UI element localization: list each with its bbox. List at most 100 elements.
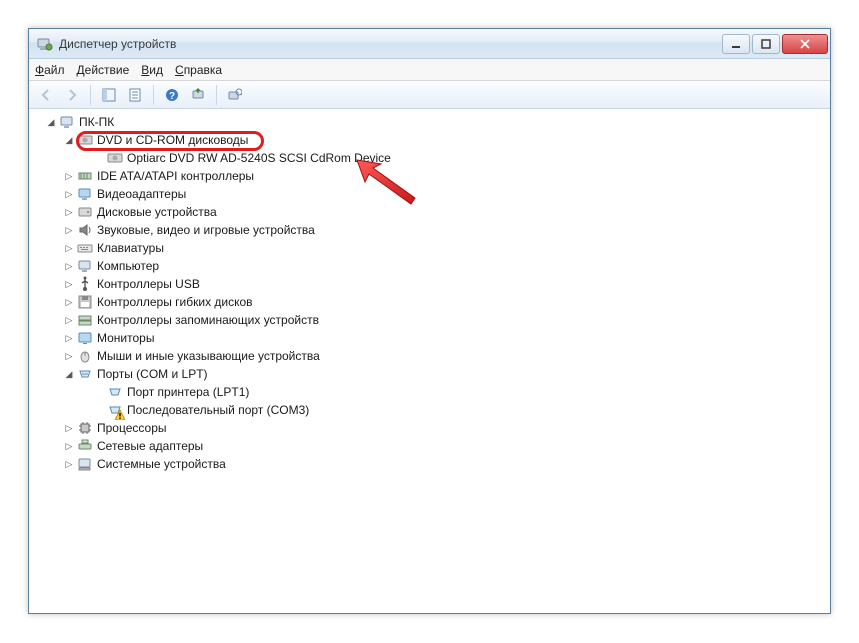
spacer [93,404,105,416]
tree-item-label: Порт принтера (LPT1) [127,385,249,399]
toolbar-separator [90,85,91,105]
tree-keyboard-category[interactable]: ▷ Клавиатуры [37,239,830,257]
tree-item-label: Контроллеры USB [97,277,200,291]
tree-dvd-device-label: Optiarc DVD RW AD-5240S SCSI CdRom Devic… [127,151,391,165]
tree-item-label: Системные устройства [97,457,226,471]
tree-network-category[interactable]: ▷ Сетевые адаптеры [37,437,830,455]
tree-item-label: IDE ATA/ATAPI контроллеры [97,169,254,183]
toolbar-show-hide-button[interactable] [98,84,120,106]
toolbar-help-button[interactable]: ? [161,84,183,106]
expand-icon[interactable]: ▷ [63,458,75,470]
tree-root-label: ПК-ПК [79,115,114,129]
window-buttons [722,34,828,54]
minimize-button[interactable] [722,34,750,54]
window-title: Диспетчер устройств [59,37,722,51]
keyboard-icon [77,240,93,256]
monitor-icon [77,330,93,346]
tree-item-label: Мыши и иные указывающие устройства [97,349,320,363]
tree-item-label: Звуковые, видео и игровые устройства [97,223,315,237]
tree-dvd-category[interactable]: ◢ DVD и CD-ROM дисководы [37,131,830,149]
menu-view[interactable]: Вид [141,63,163,77]
tree-ports-category[interactable]: ◢ Порты (COM и LPT) [37,365,830,383]
tree-system-category[interactable]: ▷ Системные устройства [37,455,830,473]
tree-item-label: Процессоры [97,421,167,435]
toolbar-back-button[interactable] [35,84,57,106]
usb-icon [77,276,93,292]
tree-item-label: Контроллеры запоминающих устройств [97,313,319,327]
tree-lpt-port[interactable]: Порт принтера (LPT1) [37,383,830,401]
expand-icon[interactable]: ▷ [63,260,75,272]
device-tree[interactable]: ◢ ПК-ПК ◢ DVD и CD-ROM дисководы [29,109,830,613]
toolbar-forward-button[interactable] [61,84,83,106]
expand-icon[interactable]: ▷ [63,314,75,326]
expand-icon[interactable]: ▷ [63,332,75,344]
controller-icon [77,168,93,184]
expand-icon[interactable]: ▷ [63,224,75,236]
mouse-icon [77,348,93,364]
svg-text:?: ? [169,91,175,102]
system-device-icon [77,456,93,472]
menubar: Файл Действие Вид Справка [29,59,830,81]
expand-icon[interactable]: ▷ [63,278,75,290]
tree-disk-category[interactable]: ▷ Дисковые устройства [37,203,830,221]
expand-icon[interactable]: ▷ [63,242,75,254]
tree-item-label: Порты (COM и LPT) [97,367,208,381]
app-icon [37,36,53,52]
toolbar-properties-button[interactable] [124,84,146,106]
tree-com-port[interactable]: Последовательный порт (COM3) [37,401,830,419]
menu-help[interactable]: Справка [175,63,222,77]
expand-icon[interactable]: ▷ [63,188,75,200]
expand-icon[interactable]: ▷ [63,440,75,452]
expand-icon[interactable]: ▷ [63,296,75,308]
tree-item-label: Сетевые адаптеры [97,439,203,453]
tree-floppy-category[interactable]: ▷ Контроллеры гибких дисков [37,293,830,311]
storage-controller-icon [77,312,93,328]
expand-icon[interactable]: ▷ [63,206,75,218]
toolbar: ? [29,81,830,109]
collapse-icon[interactable]: ◢ [63,134,75,146]
disc-drive-icon [107,150,123,166]
collapse-icon[interactable]: ◢ [45,116,57,128]
tree-mouse-category[interactable]: ▷ Мыши и иные указывающие устройства [37,347,830,365]
tree-item-label: Дисковые устройства [97,205,217,219]
tree-sound-category[interactable]: ▷ Звуковые, видео и игровые устройства [37,221,830,239]
computer-icon [77,258,93,274]
tree-usb-category[interactable]: ▷ Контроллеры USB [37,275,830,293]
close-button[interactable] [782,34,828,54]
disc-drive-icon [77,132,93,148]
tree-item-label: Компьютер [97,259,159,273]
tree-item-label: Клавиатуры [97,241,164,255]
tree-ide-category[interactable]: ▷ IDE ATA/ATAPI контроллеры [37,167,830,185]
sound-icon [77,222,93,238]
tree-dvd-device[interactable]: Optiarc DVD RW AD-5240S SCSI CdRom Devic… [37,149,830,167]
tree-video-category[interactable]: ▷ Видеоадаптеры [37,185,830,203]
network-icon [77,438,93,454]
expand-icon[interactable]: ▷ [63,422,75,434]
device-manager-window: Диспетчер устройств Файл Действие Вид Сп… [28,28,831,614]
tree-storage-category[interactable]: ▷ Контроллеры запоминающих устройств [37,311,830,329]
toolbar-scan-button[interactable] [187,84,209,106]
disk-drive-icon [77,204,93,220]
menu-action[interactable]: Действие [77,63,130,77]
tree-cpu-category[interactable]: ▷ Процессоры [37,419,830,437]
tree-item-label: Контроллеры гибких дисков [97,295,253,309]
floppy-controller-icon [77,294,93,310]
tree-root[interactable]: ◢ ПК-ПК [37,113,830,131]
tree-computer-category[interactable]: ▷ Компьютер [37,257,830,275]
titlebar: Диспетчер устройств [29,29,830,59]
expand-icon[interactable]: ▷ [63,350,75,362]
expand-icon[interactable]: ▷ [63,170,75,182]
port-icon [107,384,123,400]
computer-icon [59,114,75,130]
port-icon [77,366,93,382]
tree-dvd-label: DVD и CD-ROM дисководы [97,133,248,147]
maximize-button[interactable] [752,34,780,54]
spacer [93,386,105,398]
spacer [93,152,105,164]
tree-monitor-category[interactable]: ▷ Мониторы [37,329,830,347]
tree-item-label: Последовательный порт (COM3) [127,403,309,417]
menu-file[interactable]: Файл [35,63,65,77]
toolbar-separator [216,85,217,105]
toolbar-legacy-button[interactable] [224,84,246,106]
collapse-icon[interactable]: ◢ [63,368,75,380]
